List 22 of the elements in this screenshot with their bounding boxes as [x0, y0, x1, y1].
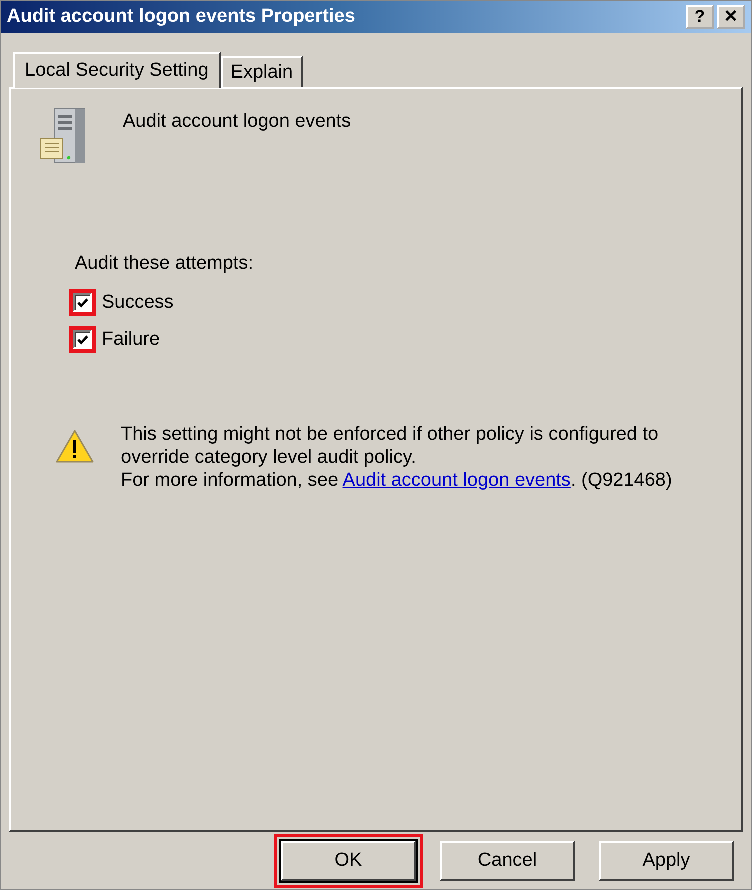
help-link[interactable]: Audit account logon events	[342, 470, 571, 491]
check-icon	[76, 296, 88, 308]
dialog-button[interactable]: Apply	[599, 841, 734, 881]
checkbox-label: Failure	[102, 328, 160, 350]
check-icon	[76, 334, 88, 346]
tab[interactable]: Local Security Setting	[13, 52, 221, 88]
dialog-button[interactable]: OK	[281, 841, 416, 881]
checkbox[interactable]	[73, 293, 92, 312]
warning-icon	[55, 429, 95, 465]
close-button[interactable]: ✕	[717, 5, 745, 29]
article-id: . (Q921468)	[570, 470, 672, 491]
window-title: Audit account logon events Properties	[7, 6, 356, 28]
info-text: For more information, see	[121, 470, 340, 491]
group-label: Audit these attempts:	[75, 253, 254, 275]
help-button[interactable]: ?	[686, 5, 714, 29]
warning-text: This setting might not be enforced if other policy is configured to	[121, 423, 660, 446]
checkbox[interactable]	[73, 330, 92, 349]
warning-text: override category level audit policy.	[121, 446, 418, 469]
checkbox-label: Success	[102, 292, 174, 314]
dialog-button[interactable]: Cancel	[440, 841, 575, 881]
policy-name: Audit account logon events	[123, 111, 352, 133]
tab[interactable]: Explain	[220, 56, 304, 87]
